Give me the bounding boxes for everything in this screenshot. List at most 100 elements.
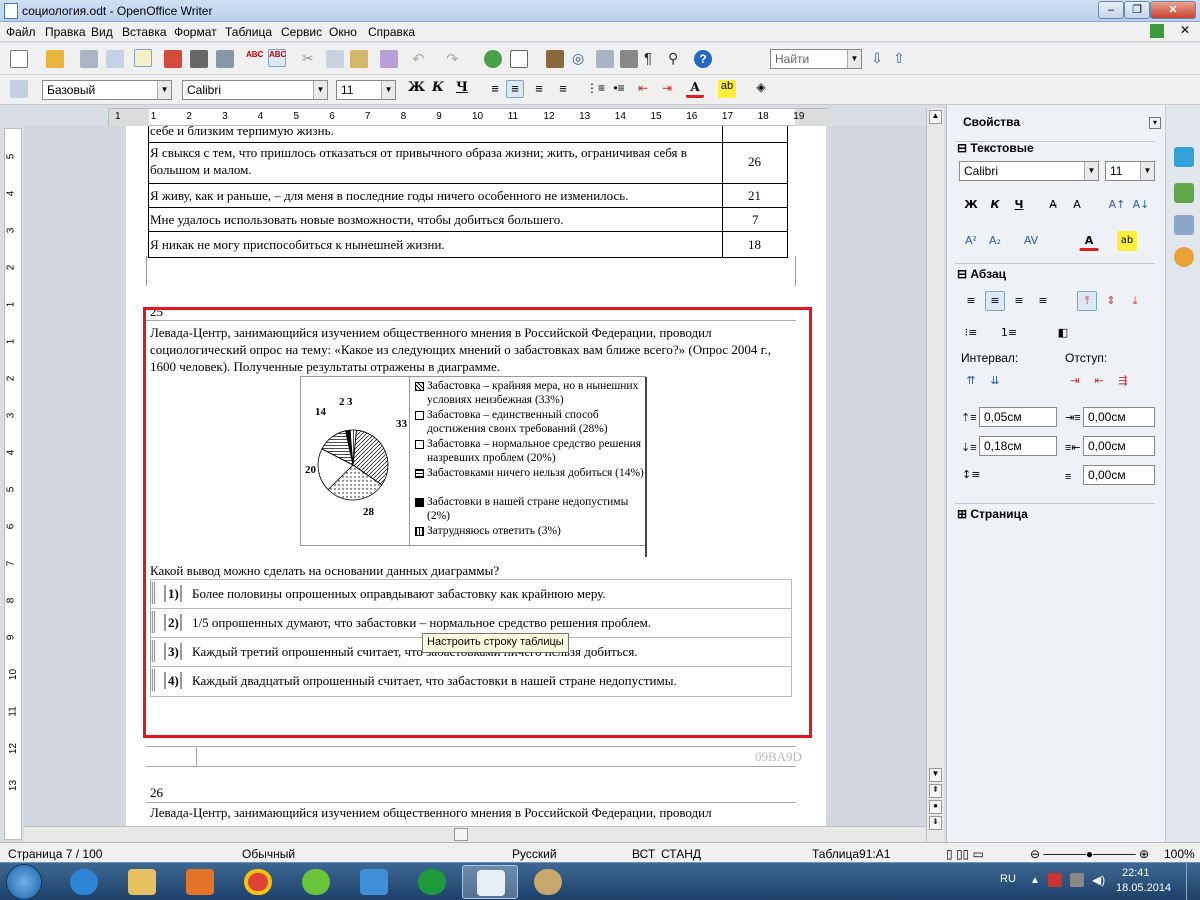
font-dropdown-icon[interactable]: ▼ <box>313 81 327 99</box>
gallery-icon[interactable] <box>596 50 614 68</box>
menu-format[interactable]: Формат <box>174 25 217 39</box>
below-paragraph-spacing[interactable]: 0,18см <box>979 436 1057 456</box>
strikethrough-icon[interactable]: A̶ <box>1043 195 1063 215</box>
numbering-icon[interactable]: ⋮≡ <box>586 81 605 99</box>
gallery-tab-icon[interactable] <box>1174 215 1194 235</box>
hanging-indent-icon[interactable]: ⇶ <box>1113 371 1133 391</box>
font-color-icon[interactable]: A <box>686 80 704 98</box>
maximize-button[interactable]: ❐ <box>1124 1 1150 19</box>
taskbar-app[interactable] <box>172 865 228 899</box>
before-text-indent[interactable]: 0,00см <box>1083 407 1155 427</box>
new-document-icon[interactable] <box>10 50 28 68</box>
styles-icon[interactable] <box>10 80 28 98</box>
clone-formatting-icon[interactable] <box>380 50 398 68</box>
size-dropdown-icon[interactable]: ▼ <box>381 81 395 99</box>
scroll-thumb[interactable] <box>454 828 468 841</box>
sidebar-size-dropdown-icon[interactable]: ▼ <box>1140 162 1154 180</box>
line-spacing-icon[interactable]: ↕≡ <box>961 465 981 485</box>
selection-mode[interactable]: СТАНД <box>661 847 701 861</box>
insert-mode[interactable]: ВСТ <box>632 847 655 861</box>
decrease-indent-icon[interactable]: ⇤ <box>634 81 652 99</box>
print-icon[interactable] <box>190 50 208 68</box>
menu-tools[interactable]: Сервис <box>281 25 322 39</box>
menu-file[interactable]: Файл <box>6 25 36 39</box>
italic-button[interactable]: К <box>432 80 444 95</box>
view-layout-icons[interactable]: ▯ ▯▯ ▭ <box>946 847 984 861</box>
close-document-icon[interactable]: ✕ <box>1180 23 1190 37</box>
navigate-icon[interactable]: ● <box>929 800 942 814</box>
vertical-scrollbar[interactable]: ▲ ▼ ⇞ ● ⇟ <box>926 108 944 842</box>
bold-button[interactable]: Ж <box>408 80 425 95</box>
clock-date[interactable]: 18.05.2014 <box>1116 882 1171 894</box>
table-icon[interactable] <box>510 50 528 68</box>
sidebar-menu-icon[interactable]: ▾ <box>1149 117 1161 129</box>
sidebar-underline-button[interactable]: Ч <box>1009 195 1029 215</box>
align-left-icon[interactable]: ≡ <box>486 81 504 99</box>
navigator-tab-icon[interactable] <box>1174 247 1194 267</box>
sidebar-font-color-icon[interactable]: A <box>1079 231 1099 251</box>
taskbar-app[interactable] <box>520 865 576 899</box>
find-next-icon[interactable]: ⇩ <box>868 50 886 68</box>
close-button[interactable]: ✕ <box>1150 1 1196 19</box>
taskbar-app-writer[interactable] <box>462 865 518 899</box>
sidebar-italic-button[interactable]: К <box>985 195 1005 215</box>
paste-icon[interactable] <box>350 50 368 68</box>
find-previous-icon[interactable]: ⇧ <box>890 50 908 68</box>
sidebar-font-combo[interactable]: Calibri ▼ <box>959 161 1099 181</box>
horizontal-ruler[interactable]: 1 1 2 3 4 5 6 7 8 9 10 11 12 13 14 15 16 17 18 19 <box>108 108 829 127</box>
sidebar-decrease-indent-icon[interactable]: ⇤ <box>1089 371 1109 391</box>
above-paragraph-spacing[interactable]: 0,05см <box>979 407 1057 427</box>
taskbar-app[interactable] <box>404 865 460 899</box>
open-icon[interactable] <box>46 50 64 68</box>
background-color-icon[interactable]: ◈ <box>752 80 770 98</box>
undo-icon[interactable]: ↶ <box>412 50 430 68</box>
sidebar-highlight-icon[interactable]: ab <box>1117 231 1137 251</box>
find-dropdown-icon[interactable]: ▼ <box>847 50 861 68</box>
sidebar-increase-indent-icon[interactable]: ⇥ <box>1065 371 1085 391</box>
align-right-icon[interactable]: ≡ <box>530 81 548 99</box>
paragraph-background-icon[interactable]: ◧ <box>1053 323 1073 343</box>
vertical-ruler[interactable]: 5 4 3 2 1 1 2 3 4 5 6 7 8 9 10 11 12 13 <box>4 128 22 840</box>
sidebar-numbering-icon[interactable]: 1≡ <box>999 323 1019 343</box>
menu-insert[interactable]: Вставка <box>122 25 167 39</box>
first-line-indent[interactable]: 0,00см <box>1083 465 1155 485</box>
menu-edit[interactable]: Правка <box>45 25 86 39</box>
keyboard-language[interactable]: RU <box>1000 873 1016 885</box>
zoom-icon[interactable]: ⚲ <box>668 50 686 68</box>
next-page-icon[interactable]: ⇟ <box>929 816 942 830</box>
cut-icon[interactable]: ✂ <box>302 50 320 68</box>
bottom-align-icon[interactable]: ⤓ <box>1125 291 1145 311</box>
help-icon[interactable]: ? <box>694 50 712 68</box>
paragraph-section-header[interactable]: ⊟ Абзац <box>957 267 1006 281</box>
increase-indent-icon[interactable]: ⇥ <box>658 81 676 99</box>
center-vertical-icon[interactable]: ⇕ <box>1101 291 1121 311</box>
taskbar-app[interactable] <box>56 865 112 899</box>
tray-icon[interactable] <box>1070 873 1084 887</box>
scroll-down-icon[interactable]: ▼ <box>929 768 942 782</box>
sidebar-align-center-icon[interactable]: ≡ <box>985 291 1005 311</box>
paragraph-style-combo[interactable]: Базовый ▼ <box>42 80 172 100</box>
page-indicator[interactable]: Страница 7 / 100 <box>8 847 102 861</box>
spellcheck-icon[interactable]: ABC <box>246 50 264 68</box>
hyperlink-icon[interactable] <box>484 50 502 68</box>
taskbar-app[interactable] <box>114 865 170 899</box>
show-desktop-button[interactable] <box>1186 863 1200 900</box>
menu-view[interactable]: Вид <box>91 25 113 39</box>
network-icon[interactable] <box>1048 873 1062 887</box>
taskbar-app[interactable] <box>288 865 344 899</box>
navigator-icon[interactable]: ◎ <box>572 50 590 68</box>
save-icon[interactable] <box>80 50 98 68</box>
find-input[interactable]: Найти ▼ <box>770 49 862 69</box>
update-icon[interactable] <box>1150 24 1164 38</box>
highlight-icon[interactable]: ab <box>718 80 736 98</box>
grow-font-icon[interactable]: A↑ <box>1107 195 1127 215</box>
menu-window[interactable]: Окно <box>329 25 357 39</box>
tray-arrow-icon[interactable]: ▲ <box>1030 875 1040 886</box>
minimize-button[interactable]: ‒ <box>1098 1 1124 19</box>
underline-button[interactable]: Ч <box>456 80 468 95</box>
menu-help[interactable]: Справка <box>368 25 415 39</box>
justify-icon[interactable]: ≡ <box>554 81 572 99</box>
sidebar-font-dropdown-icon[interactable]: ▼ <box>1084 162 1098 180</box>
styles-tab-icon[interactable] <box>1174 183 1194 203</box>
sidebar-size-combo[interactable]: 11 ▼ <box>1105 161 1155 181</box>
